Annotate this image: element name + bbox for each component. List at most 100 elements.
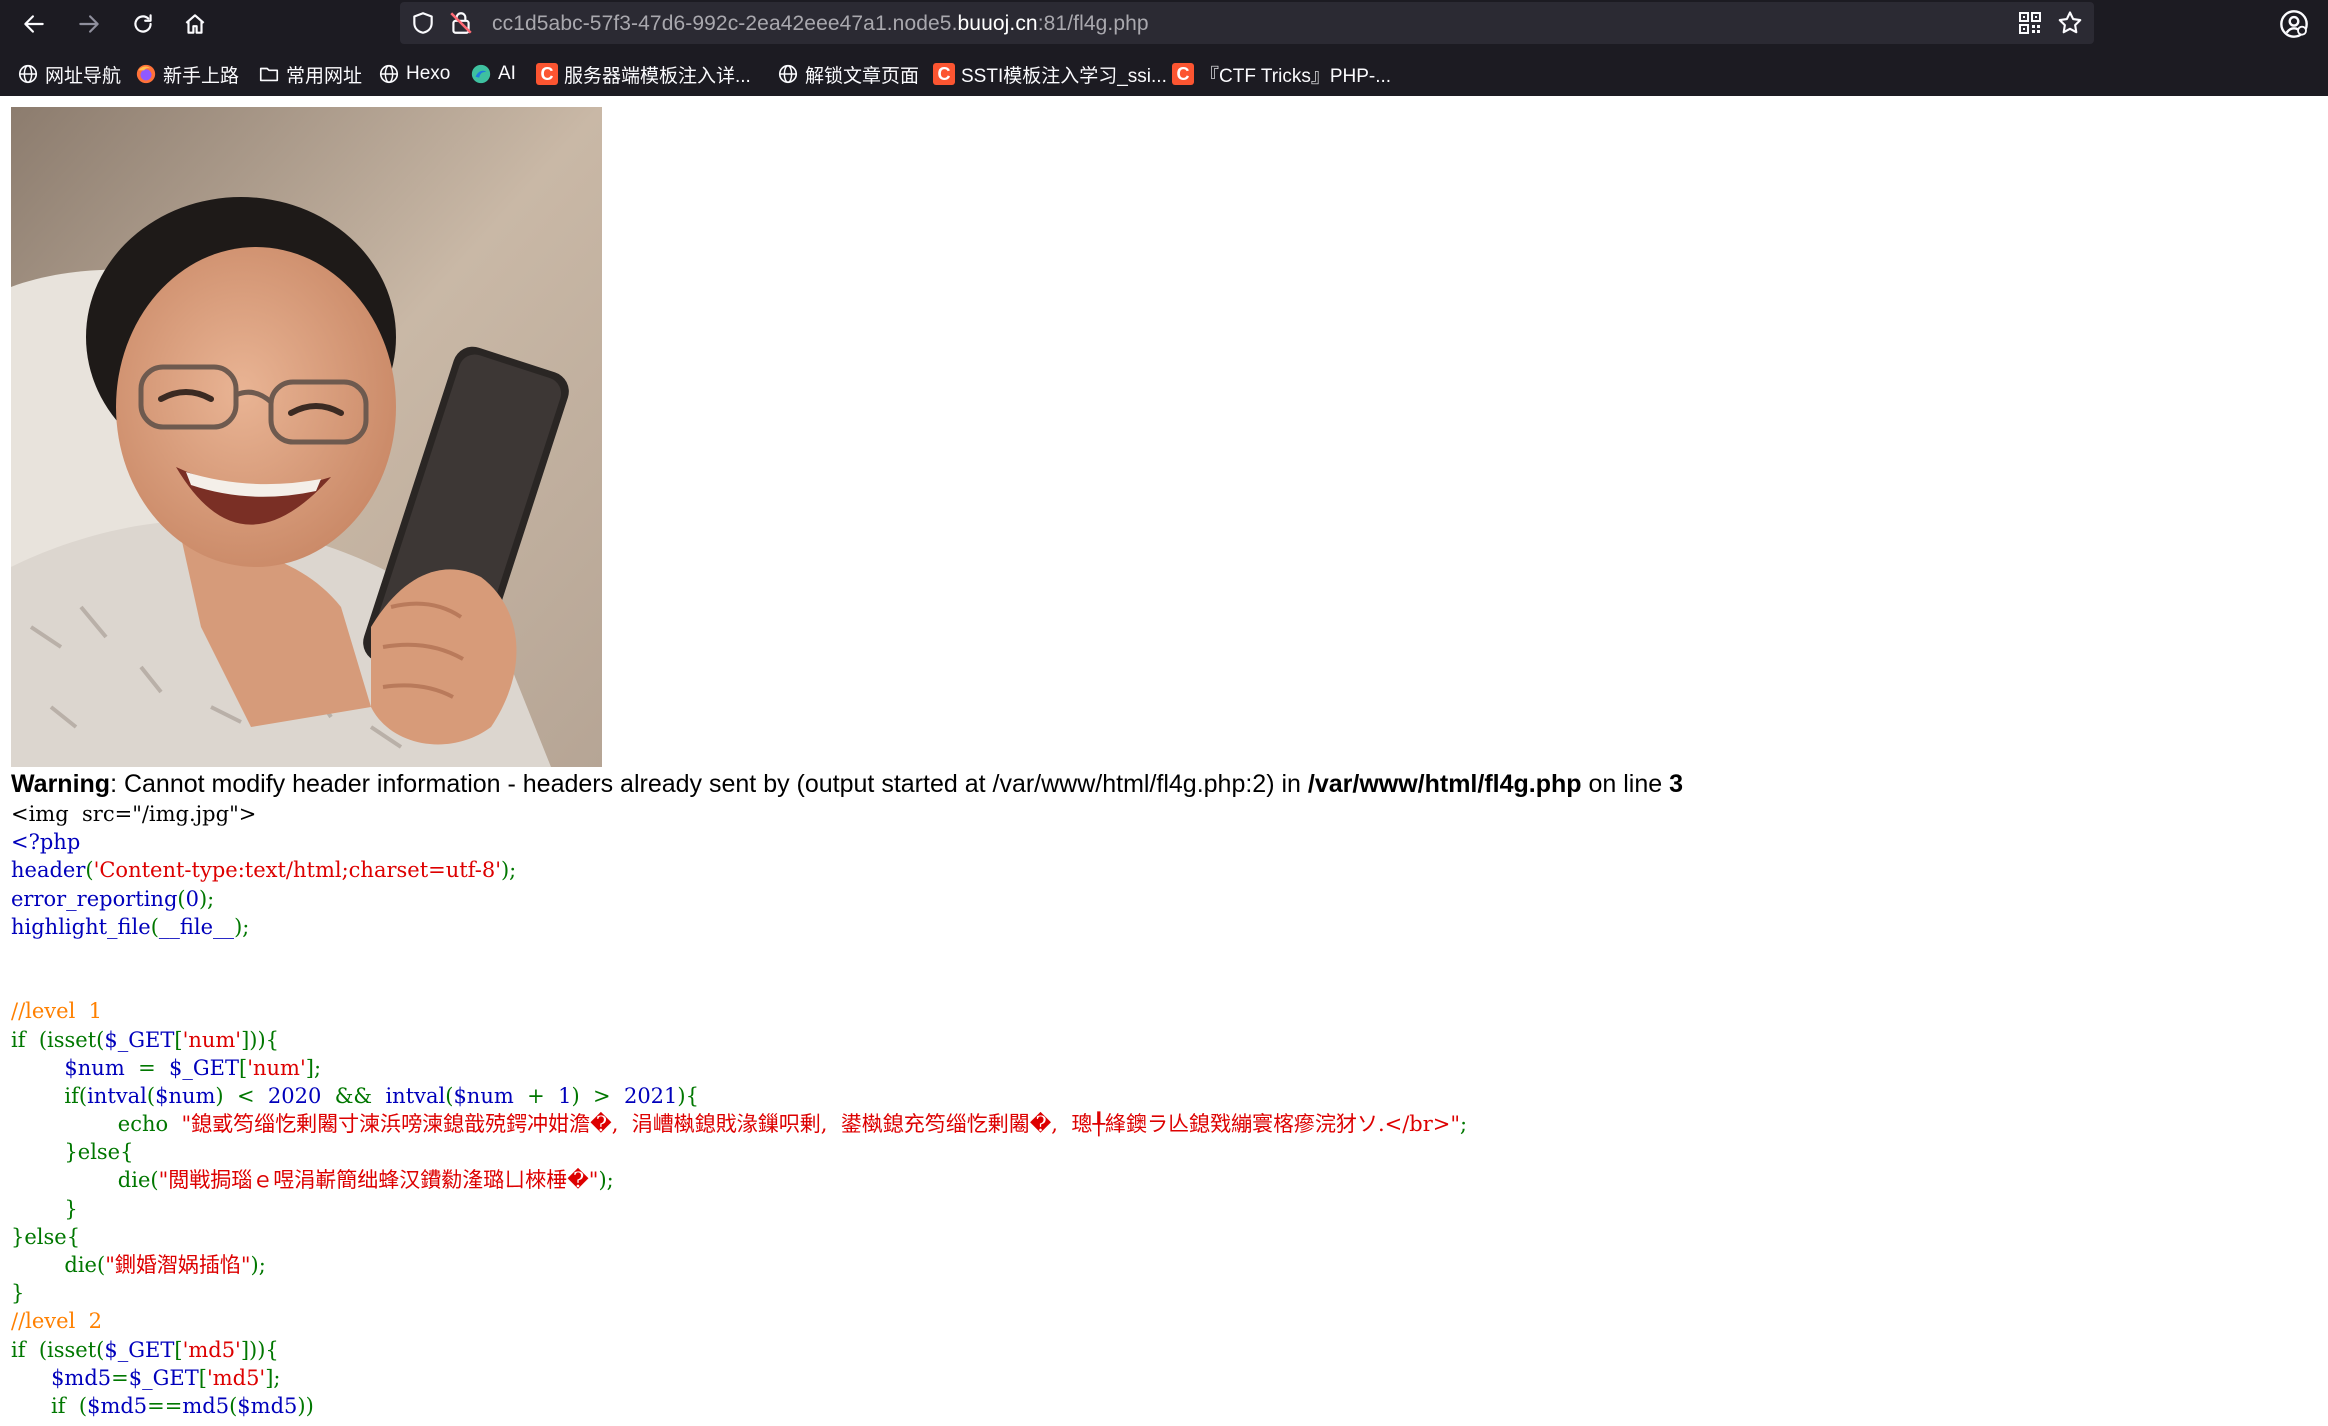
code-token: ])){ [240, 1337, 279, 1362]
code-token: if (isset( [11, 1027, 105, 1052]
code-token: [ [174, 1027, 183, 1052]
code-token: $num [453, 1083, 528, 1108]
code-token: == [147, 1393, 183, 1418]
code-token: ])){ [241, 1027, 280, 1052]
bookmark-label: Hexo [406, 63, 451, 84]
address-bar[interactable]: cc1d5abc-57f3-47d6-992c-2ea42eee47a1.nod… [400, 2, 2094, 44]
folder-icon [257, 62, 281, 86]
code-line: //level 1 [11, 997, 1467, 1025]
code-token: ( [150, 914, 159, 939]
forward-arrow-icon[interactable] [70, 5, 108, 43]
bookmark-item[interactable]: C 『CTF Tricks』PHP-... [1171, 60, 1391, 88]
code-line: if(intval($num) < 2020 && intval($num + … [11, 1082, 1467, 1110]
back-arrow-icon[interactable] [15, 5, 53, 43]
bookmark-star-icon[interactable] [2056, 9, 2084, 37]
tracking-shield-icon[interactable] [410, 10, 436, 36]
code-token: intval [385, 1083, 446, 1108]
code-token: )) [297, 1393, 314, 1418]
bookmark-item[interactable]: Hexo [377, 60, 450, 88]
code-token: ); [250, 1253, 266, 1277]
account-icon[interactable] [2278, 8, 2310, 40]
code-token: <img src="/img.jpg"> [11, 802, 257, 826]
bookmark-item[interactable]: 常用网址 [257, 60, 362, 88]
bookmark-item[interactable]: C SSTI模板注入学习_ssi... [932, 60, 1167, 88]
code-token: "閲戦挶瑙ｅ喅涓嶄簡绌蜂汉鐨勬湰璐ㄩ棶棰�" [158, 1168, 599, 1193]
code-line: header('Content-type:text/html;charset=u… [11, 856, 1467, 884]
code-token: $md5 [237, 1393, 298, 1418]
bookmark-label: 新手上路 [163, 65, 240, 87]
bookmark-item[interactable]: 网址导航 [16, 60, 121, 88]
code-token: $md5 [87, 1393, 148, 1418]
bookmark-label: 网址导航 [45, 65, 122, 87]
code-line: }else{ [11, 1223, 1467, 1251]
code-token: = [111, 1365, 129, 1390]
code-token: }else{ [11, 1224, 81, 1249]
code-token: error_reporting [11, 886, 178, 911]
code-token: = [138, 1055, 170, 1080]
code-token: [ [174, 1337, 183, 1362]
bookmarks-toolbar: 网址导航 新手上路 常用网址 Hexo AI C 服务器端模板注入详... 解锁… [0, 52, 2328, 94]
code-token: $num [155, 1083, 216, 1108]
code-token: ]; [305, 1055, 322, 1080]
code-token: ]; [265, 1365, 281, 1390]
code-line: } [11, 1279, 1467, 1307]
code-token: 'num' [182, 1027, 242, 1052]
reload-icon[interactable] [124, 5, 162, 43]
code-line: error_reporting(0); [11, 885, 1467, 913]
bookmark-label: SSTI模板注入学习_ssi... [961, 65, 1167, 87]
globe-icon [377, 62, 401, 86]
code-token: ); [598, 1168, 614, 1193]
warning-file: /var/www/html/fl4g.php [1307, 770, 1582, 798]
bookmark-label: 常用网址 [286, 65, 363, 87]
code-line: <?php [11, 828, 1467, 856]
csdn-icon: C [1171, 62, 1195, 86]
bookmark-item[interactable]: C 服务器端模板注入详... [535, 60, 751, 88]
code-token: $_GET [169, 1055, 240, 1080]
code-token: 0 [185, 886, 199, 911]
code-token: [ [239, 1055, 248, 1080]
code-token: die( [11, 1168, 159, 1193]
code-token: } [11, 1196, 78, 1221]
code-token: $md5 [51, 1365, 112, 1390]
bookmark-item[interactable]: 解锁文章页面 [776, 60, 919, 88]
code-line: if ($md5==md5($md5)) [11, 1392, 1467, 1420]
code-token: 'Content-type:text/html;charset=utf-8' [93, 858, 501, 883]
code-line: //level 2 [11, 1307, 1467, 1335]
code-token: [ [198, 1365, 207, 1390]
bookmark-item[interactable]: 新手上路 [134, 60, 239, 88]
code-token: ){ [677, 1083, 699, 1108]
photo-of-laughing-man-with-phone [11, 107, 602, 767]
home-icon[interactable] [176, 5, 214, 43]
ai-icon [469, 62, 493, 86]
code-token: ); [500, 858, 517, 883]
bookmark-label: AI [498, 63, 516, 84]
warning-message: : Cannot modify header information - hea… [110, 770, 1308, 798]
firefox-icon [134, 62, 158, 86]
code-token: <?php [11, 830, 81, 855]
csdn-icon: C [932, 62, 956, 86]
code-line: echo "鎴戜笉缁忔剰闂寸湅浜嗙湅鎴戠殑鍔冲姏澹�, 涓嶆槸鎴戝湪鏁呮剰, 鍙… [11, 1110, 1467, 1138]
globe-icon [16, 62, 40, 86]
bookmark-item[interactable]: AI [469, 60, 516, 88]
code-token: 2021 [623, 1083, 678, 1108]
code-token: if( [11, 1083, 88, 1108]
code-token: 'md5' [206, 1365, 266, 1390]
url-text[interactable]: cc1d5abc-57f3-47d6-992c-2ea42eee47a1.nod… [492, 12, 1149, 36]
code-line: if (isset($_GET['md5'])){ [11, 1336, 1467, 1364]
insecure-lock-icon[interactable] [448, 10, 474, 36]
qr-code-icon[interactable] [2018, 11, 2042, 35]
bookmark-label: 服务器端模板注入详... [564, 65, 751, 87]
code-token: 1 [558, 1083, 572, 1108]
code-line: $md5=$_GET['md5']; [11, 1364, 1467, 1392]
code-line: die("鍘婚潪娲插惂"); [11, 1251, 1467, 1279]
url-host: buuoj.cn [957, 12, 1038, 35]
code-token: highlight_file [11, 914, 151, 939]
code-token: ( [146, 1083, 156, 1108]
code-line: die("閲戦挶瑙ｅ喅涓嶄簡绌蜂汉鐨勬湰璐ㄩ棶棰�"); [11, 1166, 1467, 1194]
code-token: "鍘婚潪娲插惂" [105, 1253, 251, 1277]
code-token: echo [11, 1112, 182, 1137]
php-warning: Warning: Cannot modify header informatio… [11, 768, 1683, 800]
highlighted-source-code: <img src="/img.jpg"> <?php header('Content… [11, 800, 1467, 1420]
